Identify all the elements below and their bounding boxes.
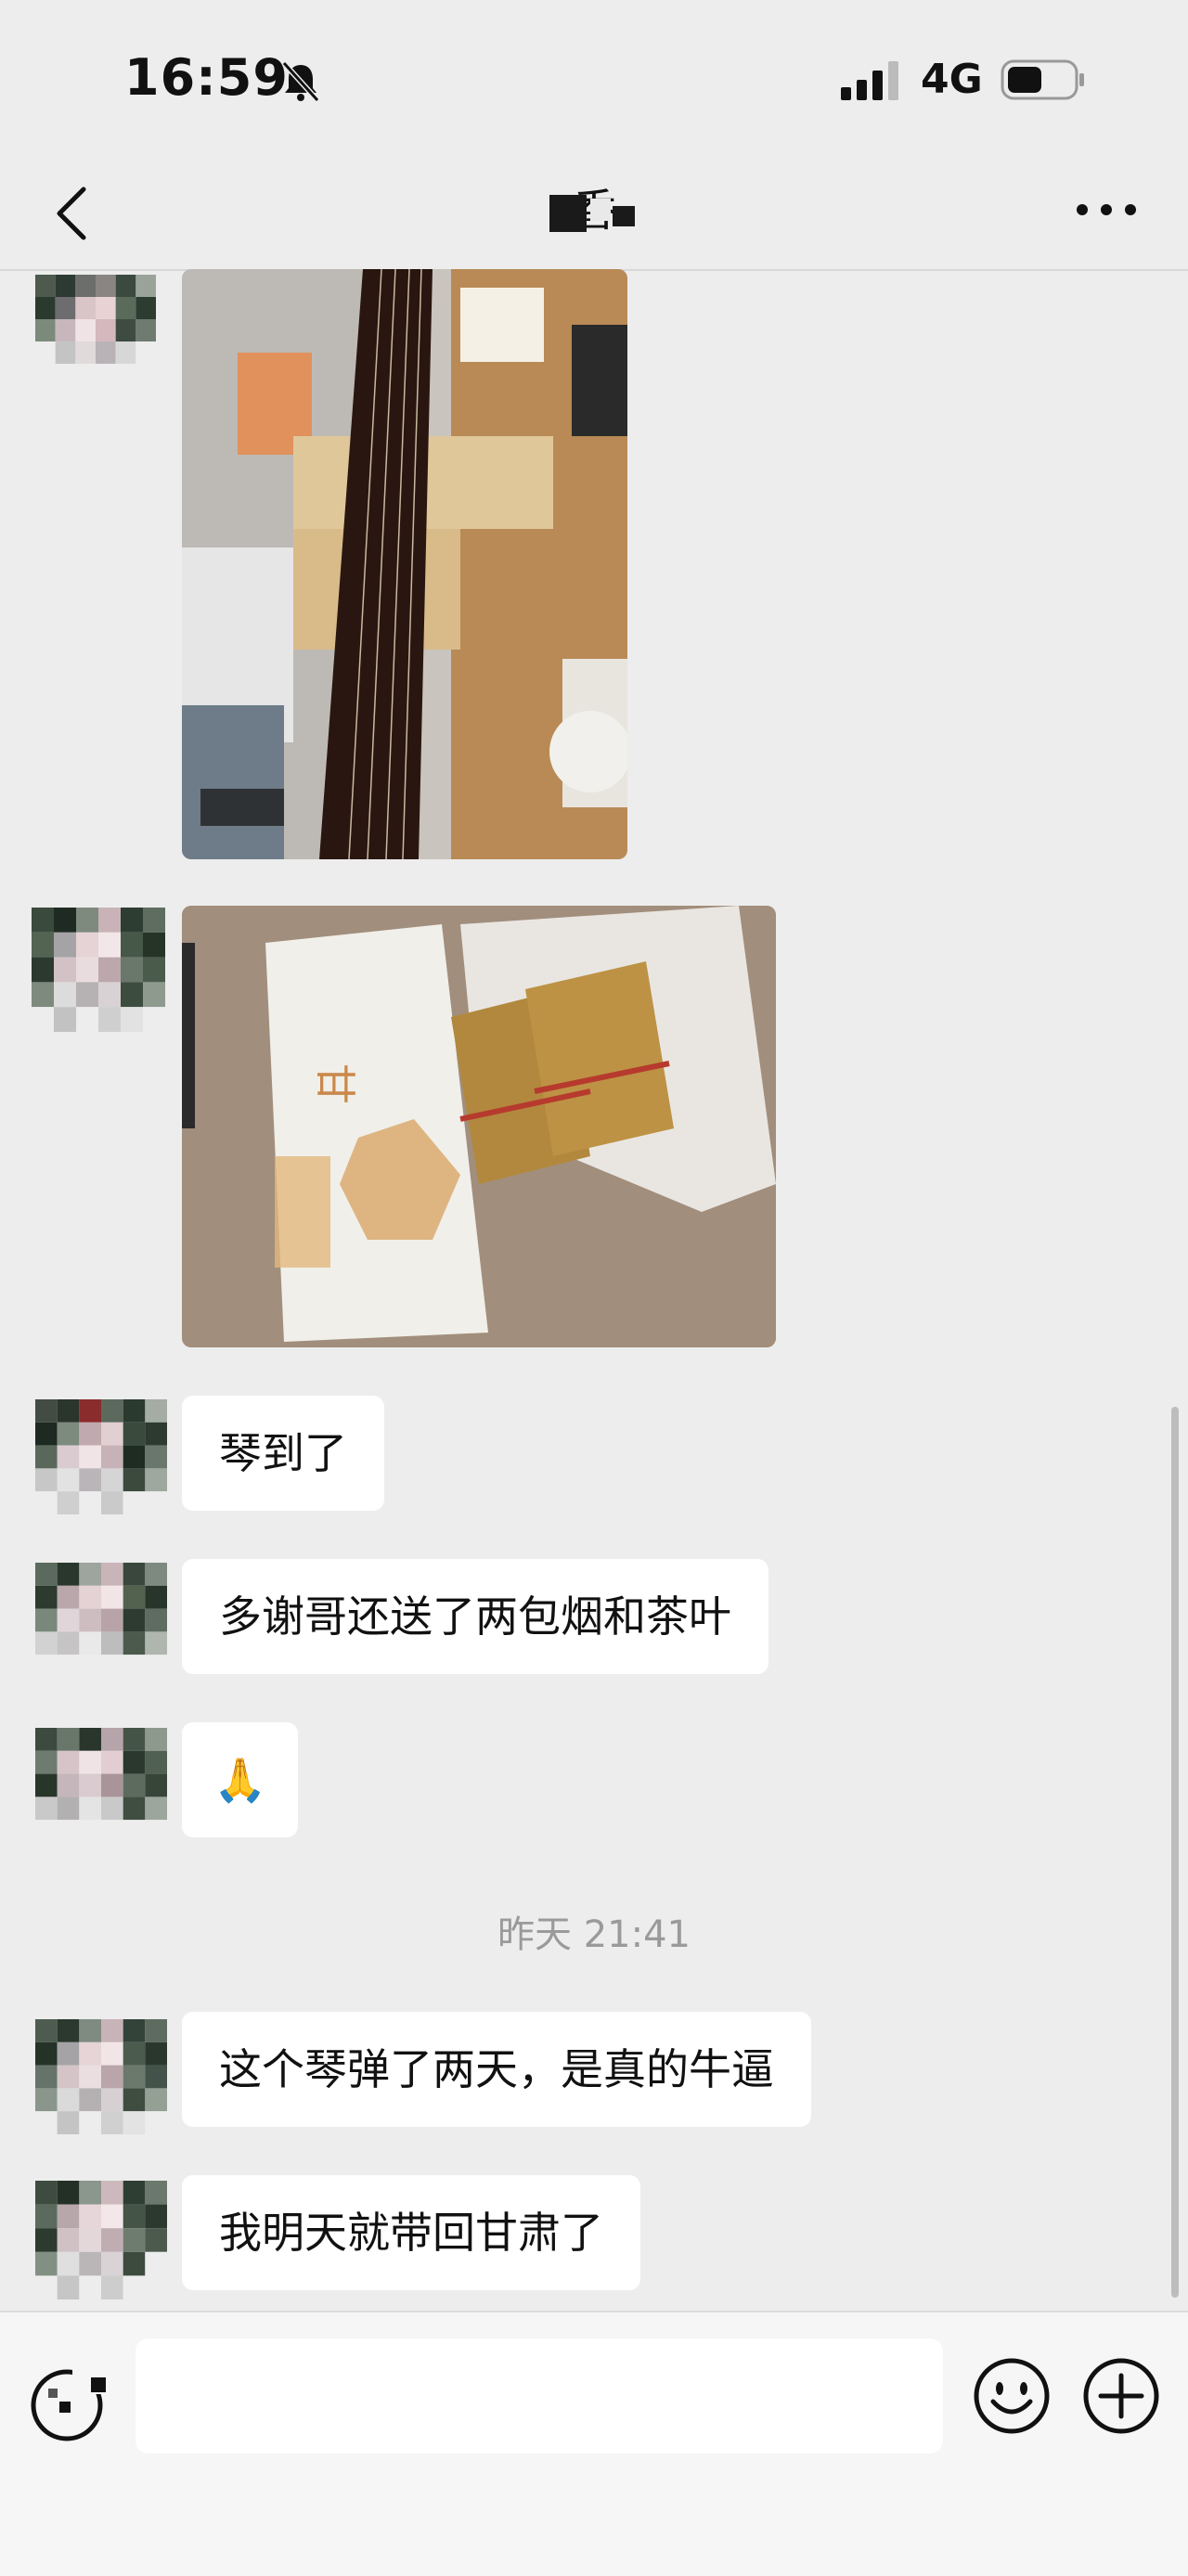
message-image-guqin[interactable]: [182, 269, 627, 859]
avatar[interactable]: [35, 2019, 167, 2134]
message-image-tea[interactable]: 甘: [182, 906, 776, 1347]
message-input[interactable]: [136, 2338, 943, 2454]
avatar[interactable]: [35, 1399, 167, 1514]
more-button[interactable]: [1069, 182, 1143, 238]
battery-icon: [1001, 59, 1086, 100]
message-bubble[interactable]: 多谢哥还送了两包烟和茶叶: [182, 1559, 768, 1674]
folded-hands-emoji: 🙏: [213, 1755, 267, 1805]
message-bubble[interactable]: 这个琴弹了两天，是真的牛逼: [182, 2012, 811, 2127]
message-bubble[interactable]: 🙏: [182, 1722, 299, 1837]
back-chevron-icon: [57, 187, 86, 240]
scrollbar[interactable]: [1171, 1407, 1179, 2298]
avatar[interactable]: [35, 275, 156, 386]
avatar[interactable]: [35, 2181, 167, 2299]
voice-button[interactable]: [26, 2357, 115, 2446]
emoji-icon: [974, 2358, 1050, 2434]
voice-icon: [31, 2366, 106, 2441]
avatar[interactable]: [32, 908, 165, 1032]
back-button[interactable]: [37, 174, 111, 249]
network-type: 4G: [921, 56, 983, 103]
avatar[interactable]: [35, 1728, 167, 1843]
message-bubble[interactable]: 琴到了: [182, 1396, 384, 1511]
avatar[interactable]: [35, 1563, 167, 1678]
more-dots-icon: [1077, 204, 1136, 215]
status-time: 16:59: [124, 48, 289, 107]
plus-button[interactable]: [1080, 2355, 1162, 2437]
emoji-button[interactable]: [971, 2355, 1052, 2437]
signal-icon: [841, 61, 900, 100]
plus-icon: [1083, 2358, 1159, 2434]
message-bubble[interactable]: 我明天就带回甘肃了: [182, 2175, 640, 2290]
bell-muted-icon: [277, 58, 325, 106]
message-timestamp: 昨天 21:41: [497, 1913, 691, 1956]
svg-text:甘: 甘: [311, 1063, 358, 1104]
name-blur: [549, 189, 642, 236]
